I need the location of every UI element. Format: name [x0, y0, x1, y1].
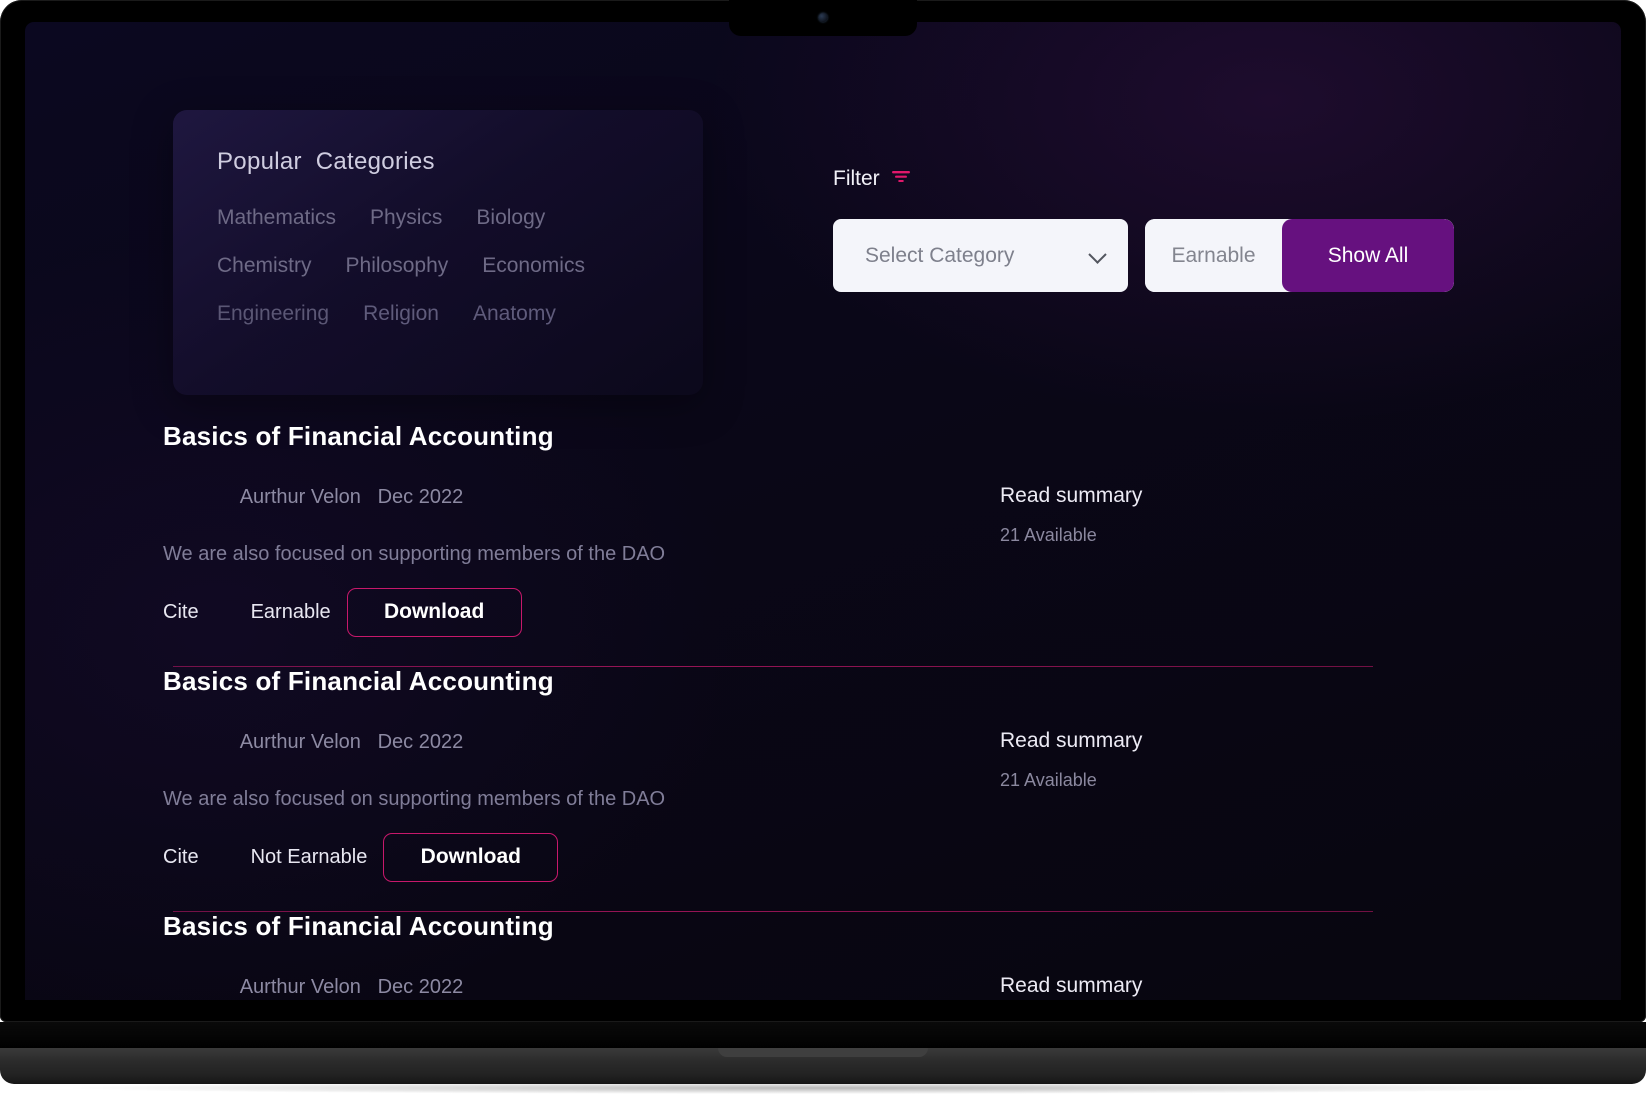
popular-categories-title: Popular Categories [217, 148, 435, 175]
read-summary-link[interactable]: Read summary [1000, 729, 1142, 753]
earnable-status: Not Earnable [250, 845, 368, 868]
document-title: Basics of Financial Accounting [163, 666, 554, 696]
earnable-toggle-group: Earnable Show All [1145, 219, 1454, 292]
document-author: Aurthur Velon [239, 485, 361, 508]
segment-earnable[interactable]: Earnable [1145, 219, 1282, 292]
document-actions: Cite Earnable Download [163, 587, 923, 637]
category-select[interactable]: Select Category [833, 219, 1128, 292]
meta-spacer [361, 486, 378, 508]
page-root: Popular Categories Mathematics Physics B… [25, 22, 1621, 1000]
document-title: Basics of Financial Accounting [163, 421, 554, 451]
laptop-base-notch [718, 1048, 928, 1057]
camera-icon [818, 13, 828, 22]
available-count: 21 Available [1000, 770, 1097, 790]
document-date: Dec 2022 [377, 485, 464, 508]
document-main: Basics of Financial Accounting Aurthur V… [163, 912, 923, 1000]
cite-button[interactable]: Cite [163, 601, 199, 624]
earnable-status: Earnable [250, 600, 331, 623]
category-chip-mathematics[interactable]: Mathematics [217, 206, 336, 230]
meta-spacer [361, 976, 378, 998]
read-summary-link[interactable]: Read summary [1000, 484, 1142, 508]
document-list: Basics of Financial Accounting Aurthur V… [25, 422, 1621, 1000]
category-chip-physics[interactable]: Physics [370, 206, 442, 230]
document-date: Dec 2022 [377, 730, 464, 753]
document-meta: Aurthur Velon Dec 2022 [163, 953, 923, 1000]
segment-show-all[interactable]: Show All [1282, 219, 1454, 292]
category-chip-list: Mathematics Physics Biology Chemistry Ph… [217, 206, 677, 350]
document-side: Read summary 21 Available [1000, 484, 1142, 546]
chevron-down-icon [1088, 245, 1107, 264]
category-chip-biology[interactable]: Biology [476, 206, 545, 230]
document-meta: Aurthur Velon Dec 2022 [163, 708, 923, 777]
document-author: Aurthur Velon [239, 975, 361, 998]
document-list-item: Basics of Financial Accounting Aurthur V… [25, 912, 1621, 1000]
available-count: 21 Available [1000, 525, 1097, 545]
document-description: We are also focused on supporting member… [163, 787, 666, 810]
read-summary-link[interactable]: Read summary [1000, 974, 1142, 998]
document-list-item: Basics of Financial Accounting Aurthur V… [25, 667, 1621, 912]
display-notch [729, 0, 917, 36]
screen-viewport: Popular Categories Mathematics Physics B… [25, 22, 1621, 1000]
document-main: Basics of Financial Accounting Aurthur V… [163, 667, 923, 882]
category-select-value: Select Category [865, 243, 1015, 267]
document-side: Read summary 21 Available [1000, 729, 1142, 791]
document-author: Aurthur Velon [239, 730, 361, 753]
laptop-device: Popular Categories Mathematics Physics B… [0, 0, 1646, 1108]
document-description: We are also focused on supporting member… [163, 542, 666, 565]
category-chip-economics[interactable]: Economics [482, 254, 585, 278]
filter-controls: Select Category Earnable Show All [833, 219, 1454, 292]
download-button[interactable]: Download [346, 587, 522, 637]
laptop-hinge [0, 1022, 1646, 1048]
document-title: Basics of Financial Accounting [163, 911, 554, 941]
cite-button[interactable]: Cite [163, 846, 199, 869]
download-button[interactable]: Download [383, 832, 559, 882]
category-chip-anatomy[interactable]: Anatomy [473, 302, 556, 326]
document-list-item: Basics of Financial Accounting Aurthur V… [25, 422, 1621, 667]
filter-header: Filter [833, 167, 910, 191]
category-chip-religion[interactable]: Religion [363, 302, 439, 326]
filter-label: Filter [833, 167, 880, 190]
category-chip-chemistry[interactable]: Chemistry [217, 254, 312, 278]
meta-spacer [361, 731, 378, 753]
category-chip-philosophy[interactable]: Philosophy [346, 254, 449, 278]
popular-categories-card: Popular Categories Mathematics Physics B… [173, 110, 703, 395]
document-side: Read summary 21 Available [1000, 974, 1142, 1000]
laptop-shadow [73, 1082, 1573, 1094]
category-chip-engineering[interactable]: Engineering [217, 302, 329, 326]
document-date: Dec 2022 [377, 975, 464, 998]
document-main: Basics of Financial Accounting Aurthur V… [163, 422, 923, 637]
document-actions: Cite Not Earnable Download [163, 832, 923, 882]
document-meta: Aurthur Velon Dec 2022 [163, 463, 923, 532]
filter-icon[interactable] [891, 170, 910, 189]
